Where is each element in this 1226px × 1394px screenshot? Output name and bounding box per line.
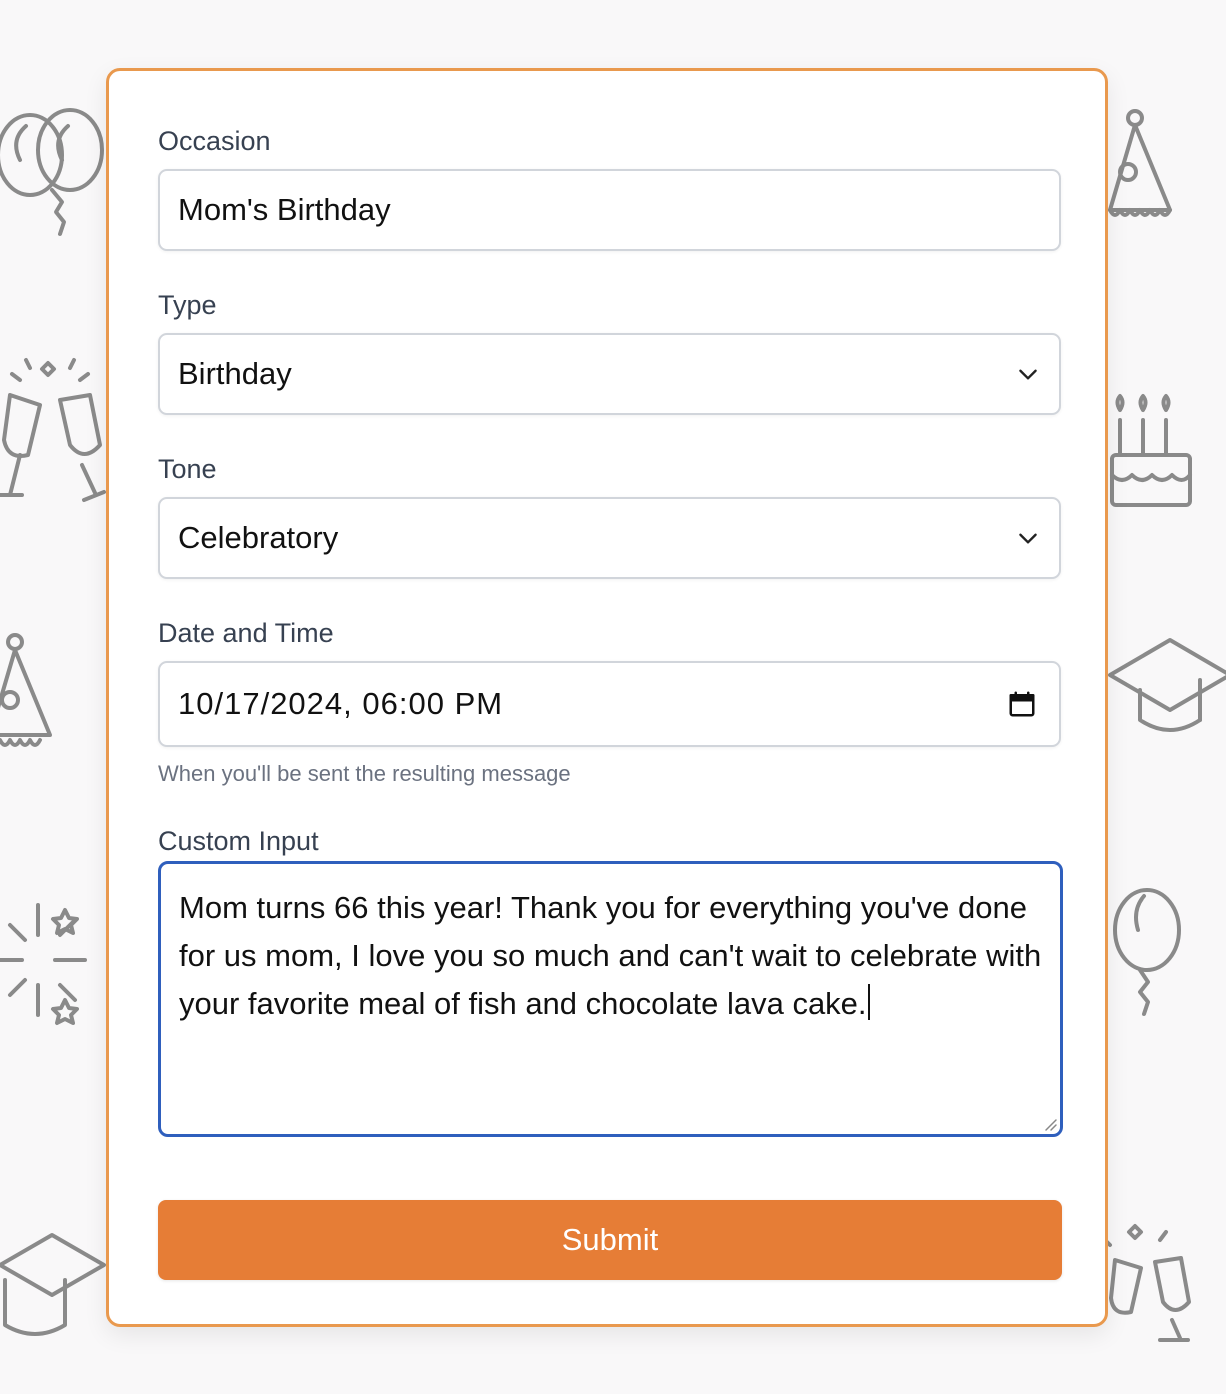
calendar-icon[interactable] [1007, 689, 1037, 719]
datetime-input[interactable]: 10/17/2024, 06:00 PM [158, 661, 1061, 747]
tone-select[interactable]: Celebratory [158, 497, 1061, 579]
message-form-card: Occasion Mom's Birthday Type Birthday To… [106, 68, 1108, 1327]
fireworks-icon [0, 903, 87, 1025]
occasion-label: Occasion [158, 126, 271, 156]
graduation-cap-icon [1108, 638, 1226, 732]
custom-input-label: Custom Input [158, 826, 319, 856]
type-select[interactable]: Birthday [158, 333, 1061, 415]
tone-label: Tone [158, 454, 217, 484]
occasion-input[interactable]: Mom's Birthday [158, 169, 1061, 251]
custom-input-textarea[interactable]: Mom turns 66 this year! Thank you for ev… [158, 861, 1063, 1137]
datetime-label: Date and Time [158, 618, 334, 648]
type-value: Birthday [178, 356, 292, 391]
resize-handle-icon[interactable] [1042, 1116, 1058, 1132]
datetime-value: 10/17/2024, 06:00 PM [178, 686, 504, 721]
party-hat-icon [0, 633, 52, 747]
birthday-cake-icon [1110, 394, 1192, 507]
custom-input-value: Mom turns 66 this year! Thank you for ev… [179, 890, 1042, 1021]
balloons-icon [0, 108, 104, 236]
type-label: Type [158, 290, 217, 320]
champagne-toast-icon [1102, 1224, 1191, 1342]
chevron-down-icon [1019, 369, 1037, 380]
balloon-icon [1113, 888, 1181, 1016]
text-caret [867, 984, 870, 1020]
tone-value: Celebratory [178, 520, 339, 555]
occasion-value: Mom's Birthday [178, 192, 391, 227]
datetime-hint: When you'll be sent the resulting messag… [158, 761, 571, 786]
party-hat-icon [1108, 109, 1172, 217]
chevron-down-icon [1019, 533, 1037, 544]
champagne-toast-icon [0, 358, 106, 502]
submit-button[interactable]: Submit [158, 1200, 1062, 1280]
graduation-cap-icon [0, 1233, 106, 1336]
